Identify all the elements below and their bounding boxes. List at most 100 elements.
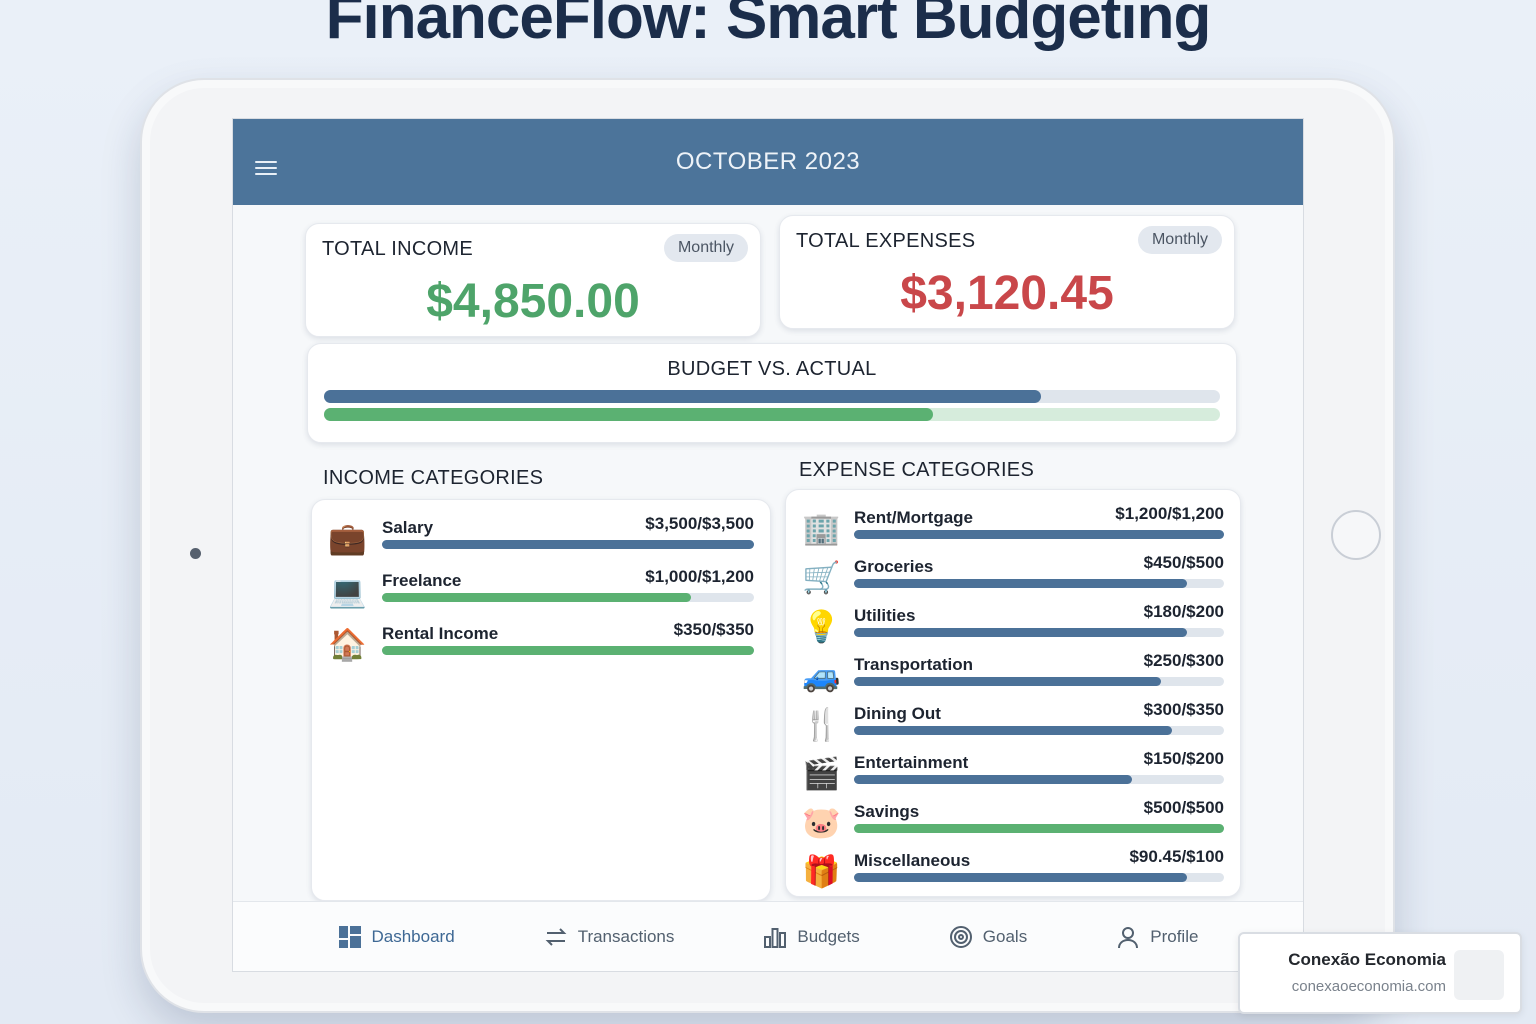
- fork-knife-icon: 🍴: [802, 707, 841, 742]
- income-category-amount: $350/$350: [673, 620, 754, 639]
- total-income-card[interactable]: TOTAL INCOME Monthly $4,850.00: [305, 223, 761, 337]
- expense-category-name: Miscellaneous: [854, 851, 971, 870]
- nav-dashboard[interactable]: Dashboard: [338, 925, 455, 949]
- badge-site-url: conexaoeconomia.com: [1291, 978, 1446, 995]
- budget-vs-actual-fill: [324, 408, 934, 421]
- expense-category-row[interactable]: 🍴 Dining Out $300/$350: [786, 700, 1240, 750]
- badge-logo-icon: [1454, 950, 1504, 1000]
- shopping-cart-icon: 🛒: [802, 560, 841, 595]
- piggy-bank-icon: 🐷: [802, 805, 841, 840]
- building-icon: 🏢: [802, 511, 841, 546]
- expense-category-row[interactable]: 🛒 Groceries $450/$500: [786, 553, 1240, 603]
- budget-vs-actual-track: [324, 390, 1220, 403]
- badge-site-name: Conexão Economia: [1288, 950, 1446, 969]
- target-icon: [949, 925, 973, 949]
- expense-category-row[interactable]: 🐷 Savings $500/$500: [786, 798, 1240, 848]
- income-category-name: Rental Income: [382, 624, 499, 643]
- bar-chart-icon: [763, 925, 787, 949]
- income-category-progress-track: [382, 593, 754, 602]
- expense-category-progress-track: [854, 824, 1224, 833]
- total-income-value: $4,850.00: [426, 275, 640, 328]
- home-button[interactable]: [1331, 510, 1381, 560]
- month-title: OCTOBER 2023: [675, 148, 861, 175]
- expense-category-name: Utilities: [854, 606, 916, 625]
- income-category-progress-track: [382, 540, 754, 549]
- expenses-period-pill[interactable]: Monthly: [1137, 226, 1222, 254]
- expense-category-progress-track: [854, 628, 1224, 637]
- expense-category-progress-track: [854, 530, 1224, 539]
- income-category-name: Salary: [382, 518, 434, 537]
- income-category-row[interactable]: 💼 Salary $3,500/$3,500: [312, 514, 770, 564]
- expense-category-progress-fill: [854, 530, 1224, 539]
- expense-category-row[interactable]: 🏢 Rent/Mortgage $1,200/$1,200: [786, 504, 1240, 554]
- expense-category-amount: $450/$500: [1143, 553, 1224, 572]
- source-badge[interactable]: Conexão Economia conexaoeconomia.com: [1238, 932, 1522, 1014]
- expense-category-progress-fill: [854, 824, 1224, 833]
- income-category-progress-fill: [382, 540, 754, 549]
- hamburger-menu-icon[interactable]: [255, 161, 277, 177]
- expense-category-progress-fill: [854, 726, 1173, 735]
- expense-category-amount: $1,200/$1,200: [1115, 504, 1224, 523]
- expense-category-name: Savings: [854, 802, 920, 821]
- expense-category-row[interactable]: 🎬 Entertainment $150/$200: [786, 749, 1240, 799]
- expense-category-amount: $150/$200: [1143, 749, 1224, 768]
- expense-category-row[interactable]: 🚙 Transportation $250/$300: [786, 651, 1240, 701]
- nav-label: Goals: [982, 926, 1028, 946]
- expense-category-row[interactable]: 🎁 Miscellaneous $90.45/$100: [786, 847, 1240, 897]
- car-icon: 🚙: [802, 658, 841, 693]
- expense-category-name: Rent/Mortgage: [854, 508, 973, 527]
- expense-categories-card: 🏢 Rent/Mortgage $1,200/$1,200 🛒 Groceries $45…: [785, 489, 1241, 897]
- total-expenses-value: $3,120.45: [900, 267, 1114, 320]
- budget-vs-actual-fill: [324, 390, 1041, 403]
- expense-category-progress-fill: [854, 579, 1187, 588]
- expense-category-name: Groceries: [854, 557, 934, 576]
- income-period-pill[interactable]: Monthly: [663, 234, 748, 262]
- user-icon: [1116, 925, 1140, 949]
- income-category-progress-fill: [382, 593, 691, 602]
- income-category-name: Freelance: [382, 571, 462, 590]
- expense-category-amount: $300/$350: [1143, 700, 1224, 719]
- budget-vs-actual-card[interactable]: BUDGET VS. ACTUAL: [307, 343, 1237, 443]
- income-category-row[interactable]: 💻 Freelance $1,000/$1,200: [312, 567, 770, 617]
- dashboard-icon: [338, 925, 362, 949]
- expense-category-progress-fill: [854, 677, 1162, 686]
- gift-icon: 🎁: [802, 854, 841, 889]
- expense-category-progress-track: [854, 677, 1224, 686]
- nav-label: Transactions: [577, 926, 675, 946]
- income-category-row[interactable]: 🏠 Rental Income $350/$350: [312, 620, 770, 670]
- nav-transactions[interactable]: Transactions: [544, 925, 675, 949]
- bottom-navigation: Dashboard Transactions Budgets Goals Profile: [233, 901, 1303, 971]
- total-income-label: TOTAL INCOME: [322, 238, 474, 260]
- expense-category-progress-track: [854, 775, 1224, 784]
- expense-category-name: Entertainment: [854, 753, 969, 772]
- house-icon: 🏠: [328, 627, 367, 662]
- expense-category-amount: $180/$200: [1143, 602, 1224, 621]
- expense-category-progress-fill: [854, 873, 1187, 882]
- income-categories-heading: INCOME CATEGORIES: [323, 467, 544, 489]
- expense-category-amount: $90.45/$100: [1129, 847, 1224, 866]
- nav-goals[interactable]: Goals: [949, 925, 1027, 949]
- expense-categories-heading: EXPENSE CATEGORIES: [799, 459, 1035, 481]
- income-category-progress-track: [382, 646, 754, 655]
- expense-category-name: Transportation: [854, 655, 974, 674]
- expense-category-progress-track: [854, 726, 1224, 735]
- expense-category-progress-fill: [854, 628, 1187, 637]
- total-expenses-card[interactable]: TOTAL EXPENSES Monthly $3,120.45: [779, 215, 1235, 329]
- nav-budgets[interactable]: Budgets: [763, 925, 860, 949]
- clapperboard-icon: 🎬: [802, 756, 841, 791]
- nav-label: Dashboard: [371, 926, 455, 946]
- nav-label: Budgets: [797, 926, 860, 946]
- briefcase-icon: 💼: [328, 521, 367, 556]
- expense-category-amount: $250/$300: [1143, 651, 1224, 670]
- total-expenses-label: TOTAL EXPENSES: [796, 230, 976, 252]
- app-screen: OCTOBER 2023 TOTAL INCOME Monthly $4,850…: [232, 118, 1304, 972]
- expense-category-progress-track: [854, 579, 1224, 588]
- transfer-arrows-icon: [544, 925, 568, 949]
- income-category-amount: $1,000/$1,200: [645, 567, 754, 586]
- top-bar: OCTOBER 2023: [233, 119, 1303, 205]
- nav-profile[interactable]: Profile: [1116, 925, 1198, 949]
- expense-category-row[interactable]: 💡 Utilities $180/$200: [786, 602, 1240, 652]
- nav-label: Profile: [1150, 926, 1199, 946]
- income-category-progress-fill: [382, 646, 754, 655]
- expense-category-amount: $500/$500: [1143, 798, 1224, 817]
